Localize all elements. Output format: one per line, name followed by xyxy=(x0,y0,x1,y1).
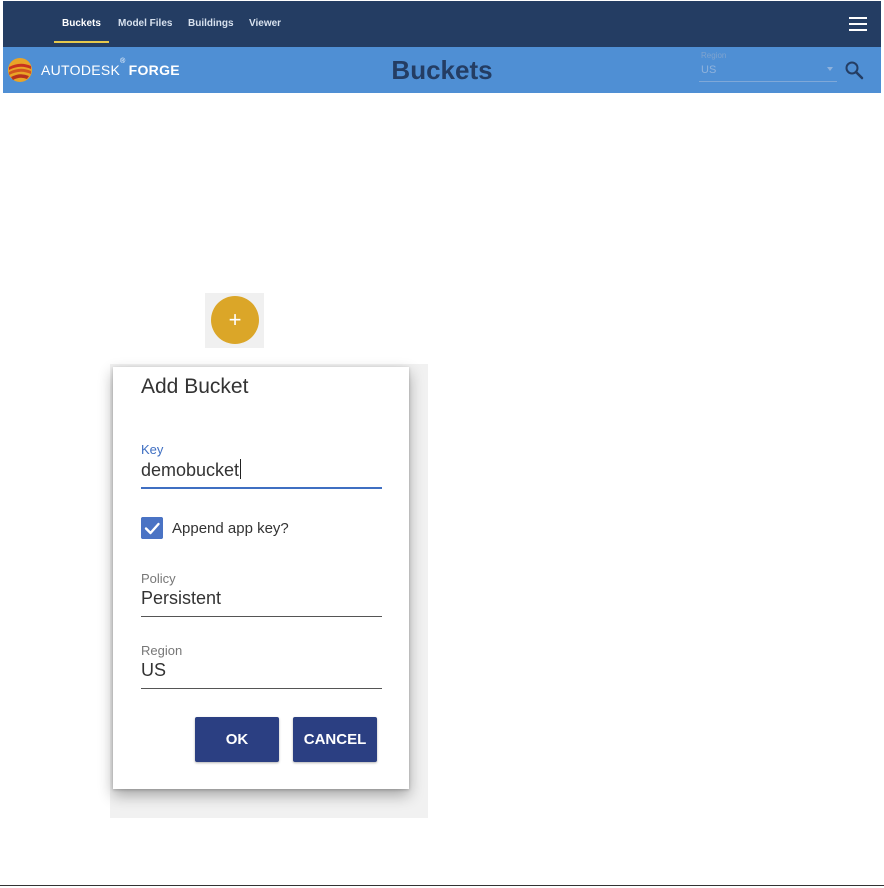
key-field-underline xyxy=(141,487,382,489)
tab-buildings[interactable]: Buildings xyxy=(188,1,234,47)
tab-viewer[interactable]: Viewer xyxy=(249,1,281,47)
forge-logo-icon xyxy=(8,58,32,82)
chevron-down-icon xyxy=(827,67,833,71)
tab-model-files[interactable]: Model Files xyxy=(118,1,172,47)
region-field-value[interactable]: US xyxy=(141,660,166,681)
dialog-title: Add Bucket xyxy=(141,375,249,398)
region-field-label: Region xyxy=(141,643,183,658)
hamburger-icon[interactable] xyxy=(849,17,867,31)
top-navbar: Buckets Model Files Buildings Viewer xyxy=(3,1,881,47)
region-select-value: US xyxy=(701,64,717,76)
region-field[interactable]: Region US xyxy=(141,643,382,691)
brand-suffix: FORGE xyxy=(128,62,180,78)
fab-container: + xyxy=(205,293,264,348)
policy-field[interactable]: Policy Persistent xyxy=(141,571,382,619)
ok-button[interactable]: OK xyxy=(195,717,279,762)
key-field-value: demobucket xyxy=(141,460,240,480)
policy-field-value[interactable]: Persistent xyxy=(141,588,221,609)
policy-field-underline xyxy=(141,616,382,617)
add-bucket-dialog: Add Bucket Key demobucket Append app key… xyxy=(113,367,409,789)
text-cursor xyxy=(240,459,242,479)
brand-prefix: AUTODESK xyxy=(41,62,121,78)
key-field[interactable]: Key demobucket xyxy=(141,442,382,490)
divider xyxy=(0,885,884,886)
cancel-button[interactable]: CANCEL xyxy=(293,717,377,762)
append-app-key-label: Append app key? xyxy=(172,520,289,537)
search-icon[interactable] xyxy=(843,59,865,81)
add-bucket-fab[interactable]: + xyxy=(211,296,259,344)
region-field-underline xyxy=(141,688,382,689)
key-field-label: Key xyxy=(141,442,164,457)
header-bar: AUTODESK®FORGE Buckets Region US xyxy=(3,47,881,93)
key-field-input-wrap[interactable]: demobucket xyxy=(141,459,242,481)
region-select[interactable]: Region US xyxy=(699,51,837,82)
policy-field-label: Policy xyxy=(141,571,176,586)
tab-buckets[interactable]: Buckets xyxy=(54,1,109,47)
region-select-label: Region xyxy=(701,51,727,60)
brand-logo-text: AUTODESK®FORGE xyxy=(41,58,180,78)
checkbox-checked-icon[interactable] xyxy=(141,517,163,539)
